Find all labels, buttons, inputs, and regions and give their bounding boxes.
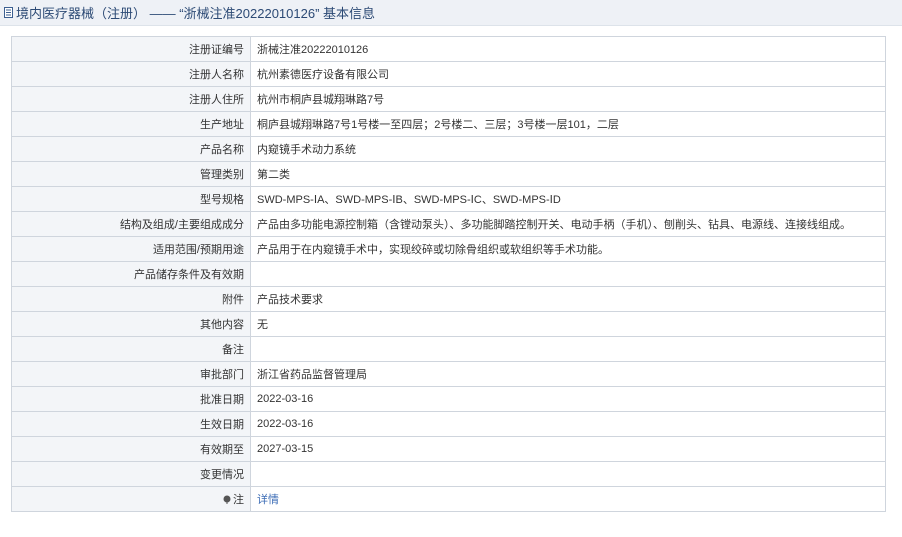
table-row: 注册证编号 浙械注准20222010126 [11,36,886,62]
row-value: 2022-03-16 [250,386,886,412]
table-row: 备注 [11,336,886,362]
table-row: 附件 产品技术要求 [11,286,886,312]
table-row: 注册人名称 杭州素德医疗设备有限公司 [11,61,886,87]
row-value: SWD-MPS-ⅠA、SWD-MPS-ⅠB、SWD-MPS-ⅠC、SWD-MPS… [250,186,886,212]
table-row: 其他内容 无 [11,311,886,337]
row-value [250,461,886,487]
row-label: 适用范围/预期用途 [11,236,251,262]
row-label: 管理类别 [11,161,251,187]
row-label: 结构及组成/主要组成成分 [11,211,251,237]
info-table-container: 注册证编号 浙械注准20222010126 注册人名称 杭州素德医疗设备有限公司… [11,36,886,512]
table-row: 产品储存条件及有效期 [11,261,886,287]
row-value: 桐庐县城翔琳路7号1号楼一至四层；2号楼二、三层；3号楼一层101，二层 [250,111,886,137]
row-value [250,261,886,287]
row-label: 型号规格 [11,186,251,212]
details-link[interactable]: 详情 [257,494,279,506]
info-table: 注册证编号 浙械注准20222010126 注册人名称 杭州素德医疗设备有限公司… [11,36,886,512]
row-value: 杭州市桐庐县城翔琳路7号 [250,86,886,112]
table-row: 有效期至 2027-03-15 [11,436,886,462]
row-label: 生效日期 [11,411,251,437]
row-value: 2022-03-16 [250,411,886,437]
table-row: 生效日期 2022-03-16 [11,411,886,437]
table-row: 产品名称 内窥镜手术动力系统 [11,136,886,162]
document-icon [4,7,13,18]
row-value: 无 [250,311,886,337]
note-label: 注 [233,494,244,506]
row-label: 审批部门 [11,361,251,387]
page-title: 境内医疗器械（注册） —— “浙械注准20222010126” 基本信息 [16,6,376,21]
table-row: 结构及组成/主要组成成分 产品由多功能电源控制箱（含镗动泵头）、多功能脚踏控制开… [11,211,886,237]
table-row: 注册人住所 杭州市桐庐县城翔琳路7号 [11,86,886,112]
row-value: 产品技术要求 [250,286,886,312]
table-row: 变更情况 [11,461,886,487]
row-label: 附件 [11,286,251,312]
note-label-cell: 注 [11,486,251,512]
row-value: 第二类 [250,161,886,187]
table-row: 生产地址 桐庐县城翔琳路7号1号楼一至四层；2号楼二、三层；3号楼一层101，二… [11,111,886,137]
info-table-body: 注册证编号 浙械注准20222010126 注册人名称 杭州素德医疗设备有限公司… [11,36,886,512]
row-value: 内窥镜手术动力系统 [250,136,886,162]
table-row: 批准日期 2022-03-16 [11,386,886,412]
row-label: 注册证编号 [11,36,251,62]
table-row: 型号规格 SWD-MPS-ⅠA、SWD-MPS-ⅠB、SWD-MPS-ⅠC、SW… [11,186,886,212]
row-label: 备注 [11,336,251,362]
row-label: 注册人住所 [11,86,251,112]
row-value: 2027-03-15 [250,436,886,462]
row-label: 注册人名称 [11,61,251,87]
row-label: 有效期至 [11,436,251,462]
row-value: 浙械注准20222010126 [250,36,886,62]
row-value: 浙江省药品监督管理局 [250,361,886,387]
table-row: 管理类别 第二类 [11,161,886,187]
note-value-cell: 详情 [250,486,886,512]
info-dot-icon [223,495,231,504]
row-label: 变更情况 [11,461,251,487]
row-value: 产品用于在内窥镜手术中，实现绞碎或切除骨组织或软组织等手术功能。 [250,236,886,262]
row-value: 产品由多功能电源控制箱（含镗动泵头）、多功能脚踏控制开关、电动手柄（手机）、刨削… [250,211,886,237]
row-value: 杭州素德医疗设备有限公司 [250,61,886,87]
row-value [250,336,886,362]
note-row: 注 详情 [11,486,886,512]
row-label: 批准日期 [11,386,251,412]
row-label: 其他内容 [11,311,251,337]
row-label: 产品名称 [11,136,251,162]
table-row: 审批部门 浙江省药品监督管理局 [11,361,886,387]
row-label: 生产地址 [11,111,251,137]
table-row: 适用范围/预期用途 产品用于在内窥镜手术中，实现绞碎或切除骨组织或软组织等手术功… [11,236,886,262]
page-title-bar: 境内医疗器械（注册） —— “浙械注准20222010126” 基本信息 [0,0,902,26]
row-label: 产品储存条件及有效期 [11,261,251,287]
